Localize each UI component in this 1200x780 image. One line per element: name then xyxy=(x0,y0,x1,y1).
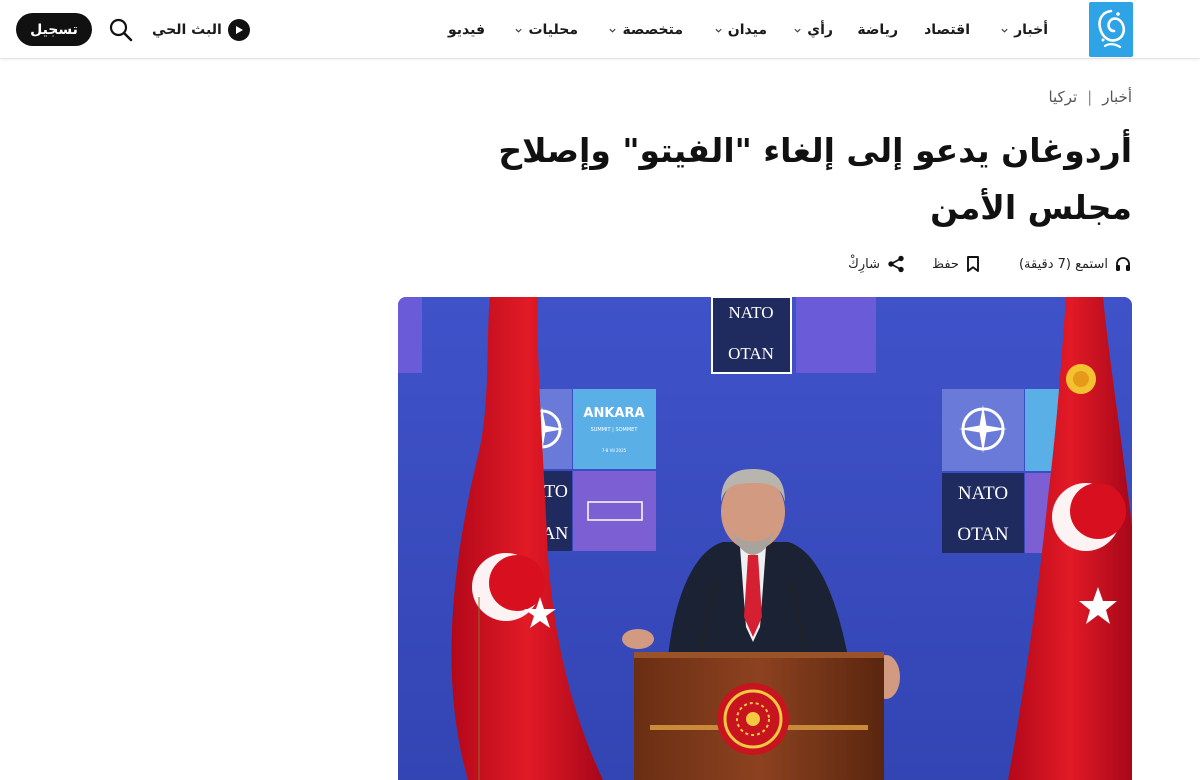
nav-item-video[interactable]: فيديو xyxy=(448,19,485,41)
breadcrumb-separator: | xyxy=(1087,88,1093,106)
nav-item-economy[interactable]: اقتصاد xyxy=(924,19,970,41)
register-button[interactable]: تسجيل xyxy=(16,13,92,46)
save-button[interactable]: حفظ xyxy=(932,255,981,273)
nav-item-news[interactable]: أخبار xyxy=(1000,19,1048,41)
listen-label: استمع (7 دقيقة) xyxy=(1018,256,1108,272)
chevron-down-icon xyxy=(609,28,617,33)
nav-item-specialized[interactable]: متخصصة xyxy=(608,19,683,41)
article-title-line: مجلس الأمن xyxy=(930,188,1132,227)
breadcrumb-item-turkey[interactable]: تركيا xyxy=(1048,88,1077,106)
chevron-down-icon xyxy=(715,28,722,33)
article-title: أردوغان يدعو إلى إلغاء "الفيتو" وإصلاح م… xyxy=(452,122,1132,236)
nav-item-label: متخصصة xyxy=(622,22,683,38)
live-stream-link[interactable]: البث الحي xyxy=(152,17,250,43)
share-label: شارِكْ xyxy=(848,256,880,272)
live-stream-label: البث الحي xyxy=(152,22,222,38)
chevron-down-icon xyxy=(1001,28,1008,33)
aljazeera-logo[interactable] xyxy=(1089,2,1133,57)
nav-item-midan[interactable]: ميدان xyxy=(714,19,767,41)
search-icon[interactable] xyxy=(108,17,134,43)
bookmark-icon xyxy=(967,256,979,272)
share-icon xyxy=(888,255,904,273)
nato-sign-text: NATO xyxy=(958,483,1008,504)
article-hero-image: NATO OTAN ANKARA SUMMIT | SOMMET 7-8 VII… xyxy=(398,297,1132,780)
summit-date-text: 7-8 VII 2025 xyxy=(602,448,627,453)
nav-item-opinion[interactable]: رأي xyxy=(793,19,833,41)
article-tools: استمع (7 دقيقة) حفظ شارِكْ xyxy=(848,251,1132,277)
nav-item-label: ميدان xyxy=(727,22,767,38)
breadcrumb-item-news[interactable]: أخبار xyxy=(1102,88,1132,106)
listen-button[interactable]: استمع (7 دقيقة) xyxy=(1019,255,1132,273)
nav-item-label: رأي xyxy=(807,22,833,38)
nav-item-sports[interactable]: رياضة xyxy=(857,19,898,41)
breadcrumb: أخبار | تركيا xyxy=(1048,86,1132,108)
top-navigation-bar: أخبار اقتصاد رياضة رأي ميدان متخصصة محلي… xyxy=(0,0,1200,59)
chevron-down-icon xyxy=(794,28,801,33)
chevron-down-icon xyxy=(515,28,523,33)
nav-item-label: فيديو xyxy=(447,22,485,38)
play-icon xyxy=(227,19,250,41)
otan-sign-text: OTAN xyxy=(728,344,774,363)
summit-sub-text: SUMMIT | SOMMET xyxy=(591,427,639,433)
article-title-line: أردوغان يدعو إلى إلغاء "الفيتو" وإصلاح xyxy=(498,131,1132,170)
headphones-icon xyxy=(1116,257,1130,271)
nav-item-label: أخبار xyxy=(1014,22,1048,38)
press-conference-photo: NATO OTAN ANKARA SUMMIT | SOMMET 7-8 VII… xyxy=(398,297,1132,780)
otan-sign-text: OTAN xyxy=(957,524,1009,545)
nav-item-label: رياضة xyxy=(857,22,898,38)
save-label: حفظ xyxy=(932,256,959,272)
nav-item-label: محليات xyxy=(528,22,578,38)
nav-item-local[interactable]: محليات xyxy=(514,19,578,41)
share-button[interactable]: شارِكْ xyxy=(848,254,906,274)
summit-sign-text: ANKARA xyxy=(583,406,644,421)
nato-sign-text: NATO xyxy=(728,303,773,322)
nav-item-label: اقتصاد xyxy=(924,22,970,38)
